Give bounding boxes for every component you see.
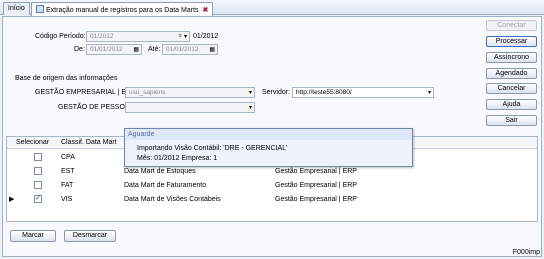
sair-button[interactable]: Sair <box>486 115 537 126</box>
de-date-input[interactable]: 01/01/2012 ▦ <box>86 44 142 55</box>
aguarde-popup: Aguarde Importando Visão Contábil: 'DRE … <box>124 128 413 167</box>
calendar-icon[interactable]: ▦ <box>133 46 139 53</box>
tab-label: Extração manual de registros para os Dat… <box>46 7 199 14</box>
codigo-periodo-input[interactable]: 01/2012 ⌕ ▾ <box>86 31 190 42</box>
marcar-button[interactable]: Marcar <box>10 230 56 242</box>
ate-date-input[interactable]: 01/01/2012 ▦ <box>162 44 218 55</box>
servidor-label: Servidor: <box>262 89 291 96</box>
codigo-periodo-label: Código Período: <box>35 33 86 40</box>
select-checkbox[interactable] <box>34 181 42 189</box>
row-system: Gestão Empresarial | ERP <box>275 182 357 189</box>
de-label: De: <box>74 46 85 53</box>
row-code: CPA <box>61 154 75 161</box>
popup-title: Aguarde <box>125 129 412 140</box>
table-row[interactable]: ▶ ✓ VIS Data Mart de Visões Contábeis Ge… <box>7 193 537 206</box>
processar-button[interactable]: Processar <box>486 36 537 47</box>
tab-bar: Início Extração manual de registros para… <box>0 0 544 16</box>
de-date-value: 01/01/2012 <box>90 46 123 53</box>
codigo-periodo-display: 01/2012 <box>193 33 219 40</box>
row-system: Gestão Empresarial | ERP <box>275 168 357 175</box>
conectar-button[interactable]: Conectar <box>486 20 537 31</box>
servidor-value: http://teste55:8080/ <box>296 89 352 96</box>
row-code: VIS <box>61 196 73 203</box>
tab-inicio[interactable]: Início <box>3 2 30 15</box>
assincrono-button[interactable]: Assíncrono <box>486 52 537 63</box>
servidor-select[interactable]: http://teste55:8080/ ▾ <box>292 87 434 98</box>
row-code: FAT <box>61 182 74 189</box>
codigo-periodo-value: 01/2012 <box>90 33 114 40</box>
calendar-icon[interactable]: ▦ <box>209 46 215 53</box>
row-description: Data Mart de Faturamento <box>124 182 207 189</box>
status-code: F000imp <box>512 249 540 256</box>
gestao-empresarial-select[interactable]: usu_sapiens ▾ <box>125 87 255 98</box>
agendado-button[interactable]: Agendado <box>486 68 537 79</box>
select-checkbox[interactable] <box>34 153 42 161</box>
window-icon <box>36 5 44 13</box>
ajuda-button[interactable]: Ajuda <box>486 99 537 110</box>
column-header-classif[interactable]: Classif. Data Mart <box>61 139 117 146</box>
chevron-down-icon[interactable]: ▾ <box>428 89 431 96</box>
chevron-down-icon[interactable]: ▾ <box>249 89 252 96</box>
table-row[interactable]: FAT Data Mart de Faturamento Gestão Empr… <box>7 179 537 192</box>
select-checkbox[interactable]: ✓ <box>34 195 42 203</box>
gestao-pessoas-select[interactable]: ▾ <box>125 102 255 113</box>
desmarcar-button[interactable]: Desmarcar <box>64 230 116 242</box>
gestao-empresarial-label: GESTÃO EMPRESARIAL | ERP: <box>35 89 138 96</box>
chevron-down-icon[interactable]: ▾ <box>184 33 187 40</box>
cancelar-button[interactable]: Cancelar <box>486 83 537 94</box>
ate-label: Até: <box>148 46 161 53</box>
select-checkbox[interactable] <box>34 167 42 175</box>
tab-label: Início <box>8 5 25 12</box>
close-icon[interactable]: ✖ <box>203 7 209 14</box>
row-description: Data Mart de Estoques <box>124 168 196 175</box>
row-code: EST <box>61 168 75 175</box>
search-icon[interactable]: ⌕ <box>179 33 182 40</box>
popup-line-visao: Importando Visão Contábil: 'DRE - GERENC… <box>137 145 288 152</box>
row-description: Data Mart de Visões Contábeis <box>124 196 221 203</box>
popup-line-periodo: Mês: 01/2012 Empresa: 1 <box>137 155 218 162</box>
column-header-selecionar[interactable]: Selecionar <box>16 139 49 146</box>
ate-date-value: 01/01/2012 <box>166 46 199 53</box>
row-system: Gestão Empresarial | ERP <box>275 196 357 203</box>
gestao-empresarial-value: usu_sapiens <box>129 89 166 96</box>
base-origem-label: Base de origem das informações <box>15 75 118 82</box>
chevron-down-icon[interactable]: ▾ <box>249 104 252 111</box>
current-row-indicator-icon: ▶ <box>9 196 15 203</box>
tab-extracao[interactable]: Extração manual de registros para os Dat… <box>31 2 214 16</box>
